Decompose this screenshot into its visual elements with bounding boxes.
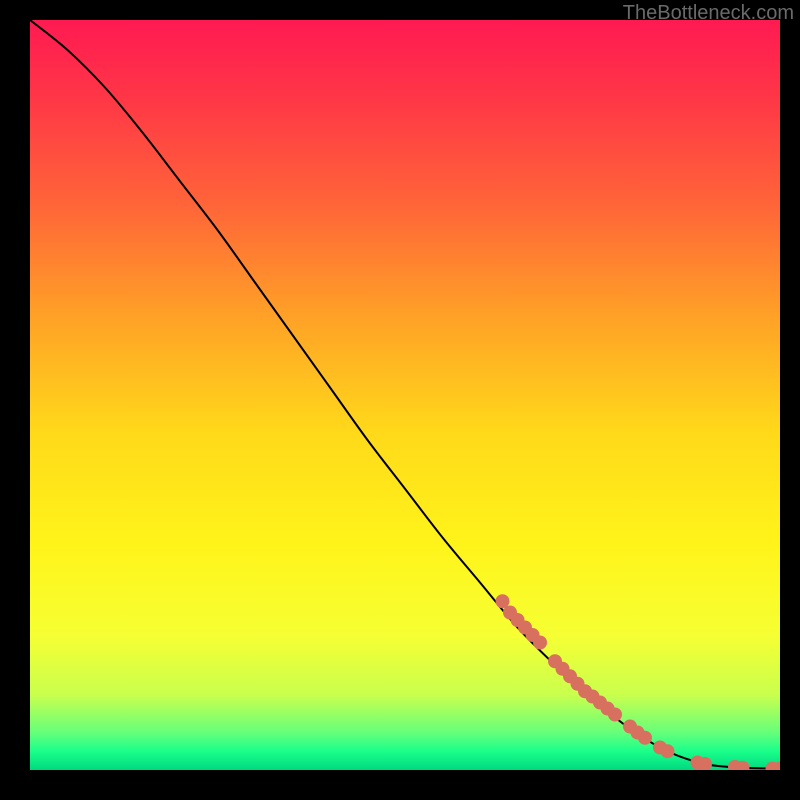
chart-marker: [661, 744, 675, 758]
chart-marker: [533, 636, 547, 650]
bottleneck-chart: [30, 20, 780, 770]
chart-marker: [638, 731, 652, 745]
chart-svg: [30, 20, 780, 770]
chart-marker: [608, 708, 622, 722]
attribution-text: TheBottleneck.com: [623, 2, 794, 25]
